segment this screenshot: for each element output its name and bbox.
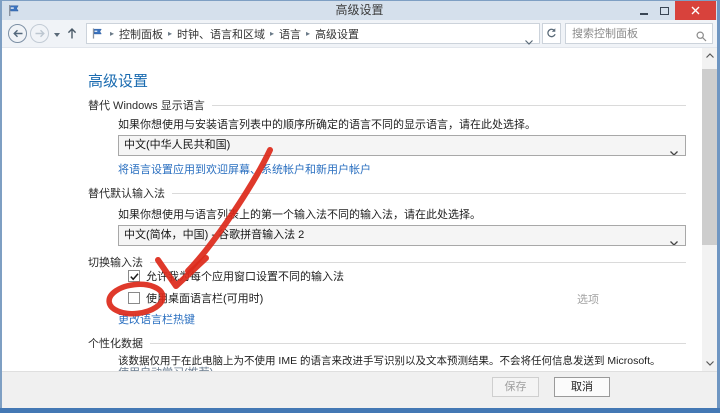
desktop-language-bar-label[interactable]: 使用桌面语言栏(可用时) [146,290,263,306]
breadcrumb-item-advanced-settings[interactable]: 高级设置 [313,26,361,42]
address-bar[interactable]: ▸ 控制面板 ▸ 时钟、语言和区域 ▸ 语言 ▸ 高级设置 [86,23,540,45]
minimize-button[interactable] [633,1,654,20]
section-header-display-language: 替代 Windows 显示语言 [88,98,686,112]
breadcrumb-item-clock-language-region[interactable]: 时钟、语言和区域 [175,26,267,42]
footer-bar: 保存 取消 [2,371,717,408]
search-input[interactable] [570,25,690,42]
section-rule [150,342,686,344]
maximize-icon [660,6,669,15]
up-arrow-icon [67,28,77,39]
navigation-bar: ▸ 控制面板 ▸ 时钟、语言和区域 ▸ 语言 ▸ 高级设置 [2,20,717,48]
history-dropdown-icon[interactable] [54,33,60,37]
titlebar: 高级设置 [2,1,717,20]
section-header-personalization-data: 个性化数据 [88,336,686,350]
window-title: 高级设置 [335,3,384,17]
section-header-default-input-method: 替代默认输入法 [88,186,686,200]
breadcrumb-item-control-panel[interactable]: 控制面板 [117,26,165,42]
options-link-disabled: 选项 [577,294,599,306]
refresh-button[interactable] [542,23,561,44]
chevron-down-icon [670,144,678,155]
checkmark-icon [130,273,139,281]
search-box [565,23,713,44]
section-rule [172,192,686,194]
back-button[interactable] [8,24,27,43]
section-header-switch-input-method: 切换输入法 [88,255,686,269]
chevron-down-icon [670,234,678,245]
up-button[interactable] [66,27,78,45]
change-language-bar-hotkeys-link[interactable]: 更改语言栏热键 [118,311,195,327]
scroll-down-button[interactable] [702,356,717,371]
section-description: 如果你想使用与语言列表上的第一个输入法不同的输入法，请在此处选择。 [118,209,481,221]
display-language-dropdown[interactable]: 中文(中华人民共和国) [118,135,686,156]
maximize-button[interactable] [654,1,675,20]
allow-per-window-checkbox[interactable] [128,270,140,282]
vertical-scrollbar[interactable] [702,48,717,371]
section-rule [150,261,686,263]
search-icon[interactable] [696,29,707,47]
chevron-down-icon [705,361,714,366]
breadcrumb-separator: ▸ [110,29,115,38]
chevron-up-icon [705,53,714,58]
allow-per-window-input-row: 允许我为每个应用窗口设置不同的输入法 [128,268,344,284]
breadcrumb-flag-icon [91,27,103,40]
allow-per-window-label[interactable]: 允许我为每个应用窗口设置不同的输入法 [146,268,344,284]
scrollbar-thumb[interactable] [702,69,717,245]
breadcrumb-item-language[interactable]: 语言 [277,26,303,42]
settings-content: 高级设置 替代 Windows 显示语言 如果你想使用与安装语言列表中的顺序所确… [2,48,717,371]
window-border-bottom [0,408,720,413]
section-description: 如果你想使用与安装语言列表中的顺序所确定的语言不同的显示语言，请在此处选择。 [118,119,536,131]
close-icon [691,6,700,15]
desktop-language-bar-checkbox[interactable] [128,292,140,304]
close-button[interactable] [675,1,716,20]
breadcrumb-separator: ▸ [306,29,311,38]
minimize-icon [639,12,648,15]
cancel-button[interactable]: 取消 [554,377,610,397]
default-input-method-dropdown[interactable]: 中文(简体，中国) - 谷歌拼音输入法 2 [118,225,686,246]
desktop-language-bar-row: 使用桌面语言栏(可用时) [128,290,263,306]
refresh-icon [547,28,556,38]
scroll-up-button[interactable] [702,48,717,63]
section-rule [211,104,686,106]
forward-arrow-icon [35,29,45,38]
breadcrumb-separator: ▸ [168,29,173,38]
clipped-text-line: 使用自动学习(推荐) [118,364,213,371]
forward-button[interactable] [30,24,49,43]
breadcrumb-separator: ▸ [270,29,275,38]
back-arrow-icon [12,29,22,38]
page-title: 高级设置 [88,73,149,90]
advanced-settings-window: 高级设置 ▸ 控制面板 ▸ 时钟、语言和区域 ▸ 语言 ▸ 高级设置 搜索控制面… [0,0,720,413]
apply-language-settings-link[interactable]: 将语言设置应用到欢迎屏幕、系统帐户和新用户帐户 [118,161,371,177]
save-button[interactable]: 保存 [492,377,539,397]
